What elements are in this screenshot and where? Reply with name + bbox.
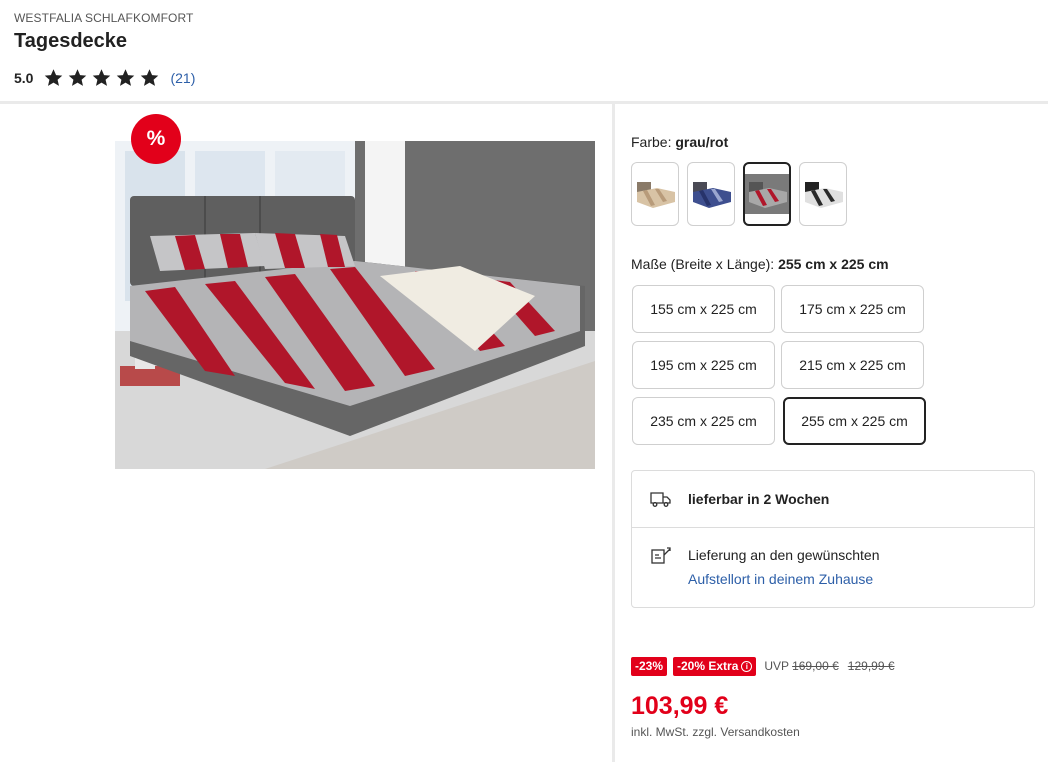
size-label: Maße (Breite x Länge): 255 cm x 225 cm [631,256,889,272]
current-price: 103,99 € [631,692,729,720]
color-swatch-grau-rot[interactable] [743,162,791,226]
color-swatch-beige[interactable] [631,162,679,226]
bed-thumbnail-icon [805,182,843,208]
rating-value: 5.0 [14,70,34,86]
delivery-availability-text: lieferbar in 2 Wochen [688,491,830,507]
star-icon [141,69,159,86]
info-icon[interactable]: i [741,660,753,672]
tax-note-text: inkl. MwSt. zzgl. [631,725,718,739]
header-divider [0,101,1048,104]
rating[interactable]: 5.0 (21) [14,67,195,89]
discount-badge: -23% [631,656,668,676]
color-swatch-blue[interactable] [687,162,735,226]
size-option-195[interactable]: 195 cm x 225 cm [632,341,775,389]
size-label-prefix: Maße (Breite x Länge): [631,256,779,272]
size-option-255[interactable]: 255 cm x 225 cm [783,397,926,445]
size-option-175[interactable]: 175 cm x 225 cm [781,285,924,333]
setup-location-text: Lieferung an den gewünschten [688,547,880,563]
size-option-235[interactable]: 235 cm x 225 cm [632,397,775,445]
star-icon [117,69,135,86]
brand-name[interactable]: WESTFALIA SCHLAFKOMFORT [14,11,193,25]
extra-discount-badge[interactable]: -20% Extra i [673,656,757,676]
color-swatches [631,162,847,226]
size-option-215[interactable]: 215 cm x 225 cm [781,341,924,389]
uvp-label: UVP [764,659,790,673]
product-image[interactable] [115,141,595,469]
old-price: 129,99 € [847,659,895,673]
star-icon [93,69,111,86]
bed-thumbnail-icon [637,182,675,208]
column-divider [612,104,615,762]
bed-thumbnail-icon [745,174,789,214]
truck-icon [650,492,671,507]
color-label-prefix: Farbe: [631,134,676,150]
setup-location-icon [651,547,671,564]
delivery-info-box: lieferbar in 2 Wochen Lieferung an den g… [631,470,1035,608]
price-tags: -23% -20% Extra i UVP 169,00 € 129,99 € [631,656,904,676]
product-header: WESTFALIA SCHLAFKOMFORT Tagesdecke 5.0 (… [0,0,1048,104]
bed-thumbnail-icon [693,182,731,208]
color-selected-value: grau/rot [675,134,729,150]
shipping-cost-link[interactable]: Versandkosten [720,725,799,739]
size-option-155[interactable]: 155 cm x 225 cm [632,285,775,333]
product-title: Tagesdecke [14,30,128,52]
sale-badge: % [131,114,181,164]
star-icon [69,69,87,86]
rating-stars [43,68,160,88]
color-label: Farbe: grau/rot [631,134,728,150]
color-swatch-schwarz-weiss[interactable] [799,162,847,226]
delivery-availability-row: lieferbar in 2 Wochen [632,471,1034,528]
size-selected-value: 255 cm x 225 cm [778,256,889,272]
extra-discount-text: -20% Extra [677,659,739,673]
tax-note: inkl. MwSt. zzgl. Versandkosten [631,725,800,739]
star-icon [45,69,63,86]
setup-location-link[interactable]: Aufstellort in deinem Zuhause [688,571,873,587]
uvp-price: 169,00 € [792,659,839,673]
discount-badge-text: -23% [635,659,664,673]
rating-count-link[interactable]: (21) [170,70,195,86]
bed-photo [115,141,595,469]
